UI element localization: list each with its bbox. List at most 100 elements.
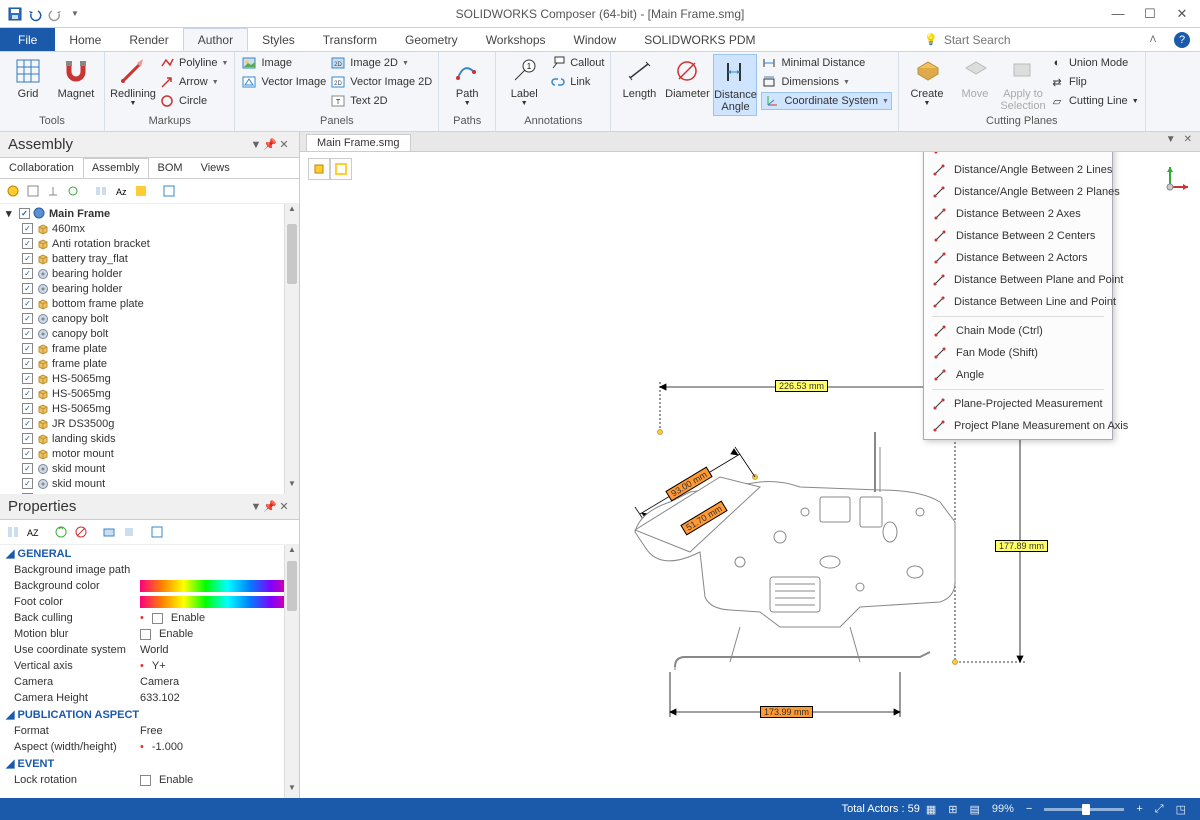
vp-tool-1[interactable] xyxy=(308,158,330,180)
tree-item[interactable]: ✓frame plate xyxy=(4,356,299,371)
maximize-button[interactable]: ☐ xyxy=(1136,4,1164,24)
image2d-button[interactable]: 2DImage 2D▼ xyxy=(330,54,432,72)
tab-transform[interactable]: Transform xyxy=(309,28,391,51)
scroll-thumb[interactable] xyxy=(287,224,297,284)
tree-item[interactable]: ✓skid mount xyxy=(4,476,299,491)
checkbox-icon[interactable]: ✓ xyxy=(22,493,33,494)
prop-vertical-axis[interactable]: Vertical axisY+▼ xyxy=(0,658,299,674)
menu-item[interactable]: Distance Between Line and Point xyxy=(926,291,1110,313)
dim-bottom[interactable]: 173.99 mm xyxy=(760,706,813,718)
length-button[interactable]: Length xyxy=(617,54,661,102)
tree-item[interactable]: ✓460mx xyxy=(4,221,299,236)
tree-item[interactable]: ✓canopy bolt xyxy=(4,326,299,341)
tree-item[interactable]: ✓HS-5065mg xyxy=(4,401,299,416)
tree-item[interactable]: ✓landing skids xyxy=(4,431,299,446)
scroll-down-icon[interactable]: ▼ xyxy=(285,783,299,798)
ptb-7[interactable] xyxy=(148,523,166,541)
checkbox-icon[interactable]: ✓ xyxy=(22,283,33,294)
checkbox-icon[interactable]: ✓ xyxy=(22,448,33,459)
panel-dropdown-icon[interactable]: ▼ xyxy=(249,139,263,151)
prop-bg-image-path[interactable]: Background image path xyxy=(0,562,299,578)
checkbox-icon[interactable]: ✓ xyxy=(22,463,33,474)
prop-dropdown-icon[interactable]: ▼ xyxy=(249,501,263,513)
circle-button[interactable]: Circle xyxy=(159,92,228,110)
prop-lock-rotation[interactable]: Lock rotationEnable xyxy=(0,772,299,788)
checkbox-icon[interactable]: ✓ xyxy=(22,313,33,324)
prop-motion-blur[interactable]: Motion blurEnable xyxy=(0,626,299,642)
tree-item[interactable]: ✓motor mount xyxy=(4,446,299,461)
checkbox[interactable] xyxy=(140,629,151,640)
menu-item[interactable]: Chain Mode (Ctrl) xyxy=(926,320,1110,342)
tab-geometry[interactable]: Geometry xyxy=(391,28,472,51)
undo-icon[interactable] xyxy=(26,5,44,23)
tb-icon-5[interactable] xyxy=(92,182,110,200)
tree-item[interactable]: ✓JR DS3500g xyxy=(4,416,299,431)
qat-dropdown-icon[interactable]: ▼ xyxy=(66,5,84,23)
tree-item[interactable]: ✓skid mount xyxy=(4,491,299,494)
scroll-down-icon[interactable]: ▼ xyxy=(285,479,299,494)
menu-item[interactable]: Distance Between Plane and Point xyxy=(926,269,1110,291)
subtab-views[interactable]: Views xyxy=(192,158,239,178)
redo-icon[interactable] xyxy=(46,5,64,23)
prop-camera[interactable]: CameraCamera▼ xyxy=(0,674,299,690)
dimensions-button[interactable]: Dimensions▼ xyxy=(761,73,891,91)
minimal-distance-button[interactable]: Minimal Distance xyxy=(761,54,891,72)
image-button[interactable]: Image xyxy=(241,54,326,72)
prop-camera-height[interactable]: Camera Height633.102 xyxy=(0,690,299,706)
tb-icon-4[interactable] xyxy=(64,182,82,200)
tree-scrollbar[interactable]: ▲ ▼ xyxy=(284,204,299,494)
prop-foot-color[interactable]: Foot color xyxy=(0,594,299,610)
tb-icon-7[interactable] xyxy=(132,182,150,200)
tb-icon-3[interactable] xyxy=(44,182,62,200)
subtab-bom[interactable]: BOM xyxy=(149,158,192,178)
menu-item[interactable]: Distance Between 2 Axes xyxy=(926,203,1110,225)
menu-item[interactable]: Angle xyxy=(926,364,1110,386)
ptb-4[interactable] xyxy=(72,523,90,541)
tree-item[interactable]: ✓Anti rotation bracket xyxy=(4,236,299,251)
search-input[interactable] xyxy=(944,33,1144,47)
text2d-button[interactable]: TText 2D xyxy=(330,92,432,110)
tree-item[interactable]: ✓battery tray_flat xyxy=(4,251,299,266)
tb-icon-6[interactable]: Az xyxy=(112,182,130,200)
section-event[interactable]: ◢ EVENT xyxy=(0,755,299,772)
magnet-button[interactable]: Magnet xyxy=(54,54,98,102)
assembly-tree[interactable]: ▾ ✓ Main Frame ✓460mx✓Anti rotation brac… xyxy=(0,204,299,494)
arrow-button[interactable]: Arrow▼ xyxy=(159,73,228,91)
path-button[interactable]: Path▼ xyxy=(445,54,489,110)
section-publication[interactable]: ◢ PUBLICATION ASPECT xyxy=(0,706,299,723)
tb-icon-8[interactable] xyxy=(160,182,178,200)
checkbox-icon[interactable]: ✓ xyxy=(22,268,33,279)
tree-item[interactable]: ✓bearing holder xyxy=(4,266,299,281)
checkbox-icon[interactable]: ✓ xyxy=(22,223,33,234)
prop-format[interactable]: FormatFree▼ xyxy=(0,723,299,739)
tree-item[interactable]: ✓bearing holder xyxy=(4,281,299,296)
checkbox-icon[interactable]: ✓ xyxy=(22,238,33,249)
gradient-swatch[interactable] xyxy=(140,580,293,592)
diameter-button[interactable]: Diameter xyxy=(665,54,709,102)
tab-home[interactable]: Home xyxy=(55,28,115,51)
tb-icon-1[interactable] xyxy=(4,182,22,200)
menu-item[interactable]: Fan Mode (Shift) xyxy=(926,342,1110,364)
vector-image2d-button[interactable]: 2DVector Image 2D xyxy=(330,73,432,91)
checkbox-icon[interactable]: ✓ xyxy=(22,328,33,339)
status-icon-4[interactable]: ⤢ xyxy=(1149,803,1170,816)
dim-right[interactable]: 177.89 mm xyxy=(995,540,1048,552)
menu-item[interactable]: Project Plane Measurement on Axis xyxy=(926,415,1110,437)
status-icon-5[interactable]: ◳ xyxy=(1170,803,1192,816)
zoom-out-button[interactable]: − xyxy=(1020,803,1038,815)
menu-item[interactable]: Distance/Angle Between 2 Lines xyxy=(926,159,1110,181)
tree-item[interactable]: ✓bottom frame plate xyxy=(4,296,299,311)
zoom-in-button[interactable]: + xyxy=(1130,803,1148,815)
status-icon-1[interactable]: ▦ xyxy=(920,803,942,816)
tree-item[interactable]: ✓HS-5065mg xyxy=(4,371,299,386)
checkbox[interactable] xyxy=(152,613,163,624)
prop-use-coord[interactable]: Use coordinate systemWorld▼ xyxy=(0,642,299,658)
prop-bg-color[interactable]: Background color xyxy=(0,578,299,594)
menu-item[interactable]: Distance Between 2 Actors xyxy=(926,247,1110,269)
ptb-1[interactable] xyxy=(4,523,22,541)
checkbox-icon[interactable]: ✓ xyxy=(22,253,33,264)
checkbox[interactable] xyxy=(140,775,151,786)
tab-author[interactable]: Author xyxy=(183,28,248,51)
axis-widget[interactable] xyxy=(1150,162,1190,202)
ptb-6[interactable] xyxy=(120,523,138,541)
